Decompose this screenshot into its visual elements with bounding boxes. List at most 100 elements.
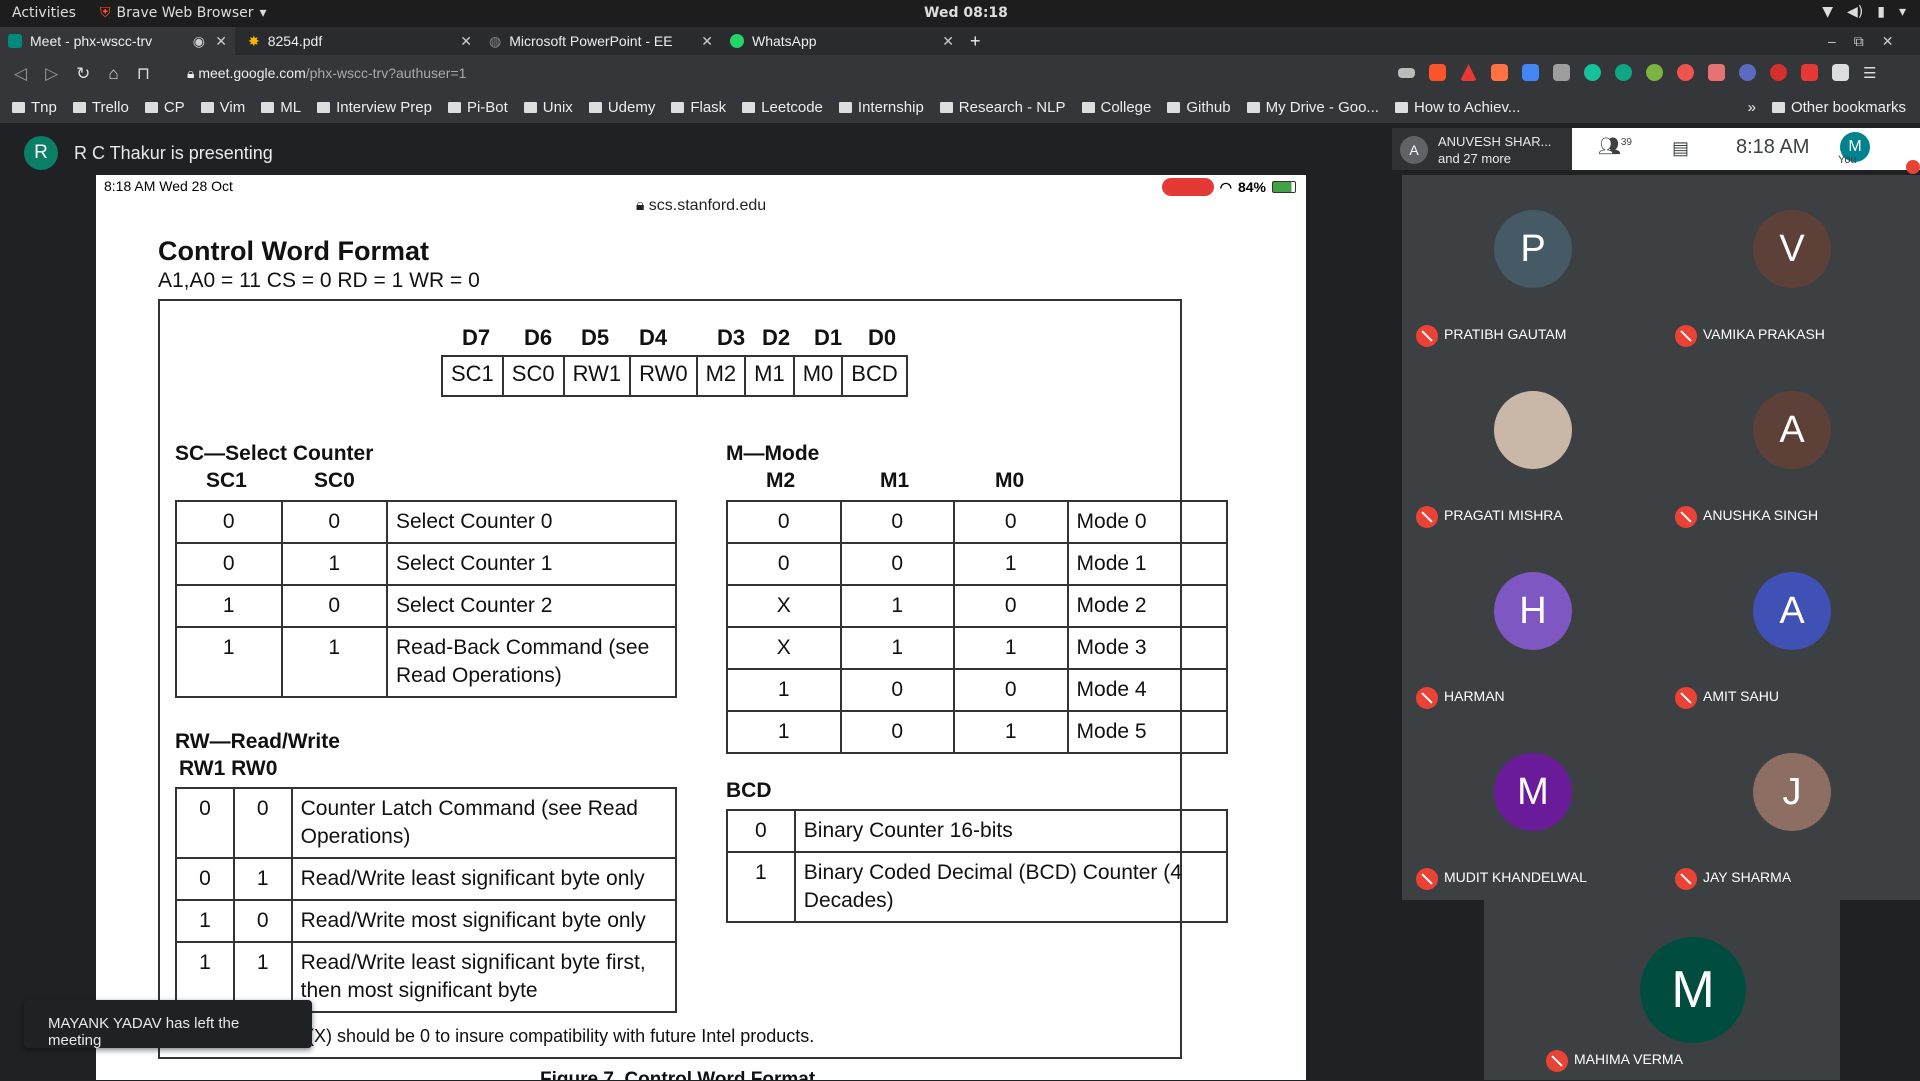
brave-rewards-icon[interactable] — [1460, 64, 1477, 81]
brave-shields-icon[interactable] — [1429, 64, 1446, 81]
table-row: 0 0 Counter Latch Command (see Read Operat… — [175, 787, 678, 859]
other-bookmarks[interactable]: Other bookmarks — [1771, 99, 1906, 116]
folder-icon — [317, 102, 331, 113]
close-icon[interactable]: ✕ — [460, 33, 472, 50]
people-button[interactable]: 👥︎39 — [1598, 136, 1632, 157]
app-menu[interactable]: ⛨ Brave Web Browser ▾ — [100, 5, 267, 21]
camera-icon[interactable] — [1398, 68, 1415, 78]
menu-icon[interactable]: ☰ — [1863, 64, 1880, 82]
bookmark-label: Unix — [542, 99, 573, 116]
presentation-area: 8:18 AM Wed 28 Oct ◠ 84% 🔒︎ scs.stanford.… — [96, 175, 1306, 1080]
meet-icon — [8, 34, 22, 48]
extension-icon[interactable] — [1553, 64, 1570, 81]
folder-icon — [72, 102, 86, 113]
url-bar[interactable]: 🔒︎ meet.google.com/phx-wscc-trv?authuser… — [175, 61, 1425, 87]
control-word-bits: SC1 SC0 RW1 RW0 M2 M1 M0 BCD — [441, 355, 908, 397]
tab-powerpoint[interactable]: ◍ Microsoft PowerPoint - EE ✕ — [481, 27, 721, 55]
close-icon[interactable]: ✕ — [701, 33, 713, 50]
participant-tile[interactable]: A ANUSHKA SINGH — [1661, 356, 1920, 537]
folder-icon — [838, 102, 852, 113]
participant-tile[interactable]: M MAHIMA VERMA — [1532, 900, 1791, 1081]
table-cell: 1 — [953, 626, 1069, 670]
bookmark-item[interactable]: Udemy — [588, 99, 655, 116]
grammarly-icon[interactable] — [1584, 64, 1601, 81]
home-icon[interactable]: ⌂ — [108, 64, 118, 84]
footnote: (X) should be 0 to insure compatibility … — [308, 1026, 815, 1046]
bookmark-item[interactable]: How to Achiev... — [1394, 99, 1520, 116]
system-tray[interactable]: ▼ ◀) ▮ ▾ — [1822, 4, 1906, 20]
avatar: A — [1753, 572, 1831, 650]
back-icon[interactable]: ◁ — [14, 64, 27, 84]
reload-icon[interactable]: ↻ — [76, 64, 90, 84]
bookmark-item[interactable]: ML — [261, 99, 301, 116]
tab-pdf[interactable]: ✸ 8254.pdf ✕ — [240, 27, 480, 55]
table-row: 0 1 Read/Write least significant byte only — [175, 857, 678, 901]
bookmark-item[interactable]: Internship — [838, 99, 924, 116]
bookmark-item[interactable]: Pi-Bot — [447, 99, 508, 116]
tab-whatsapp[interactable]: WhatsApp ✕ — [722, 27, 962, 55]
table-cell: Binary Counter 16-bits — [793, 809, 1229, 853]
puzzle-icon[interactable] — [1832, 64, 1849, 81]
bookmark-item[interactable]: Unix — [523, 99, 573, 116]
bookmark-item[interactable]: Interview Prep — [317, 99, 432, 116]
table-cell: 0 — [232, 787, 293, 859]
tab-meet[interactable]: Meet - phx-wscc-trv ◉ ✕ — [0, 27, 235, 55]
table-cell: 1 — [726, 710, 842, 754]
recording-indicator — [1161, 178, 1214, 196]
extension-icon[interactable] — [1801, 64, 1818, 81]
folder-icon — [200, 102, 214, 113]
participant-group-tile[interactable]: A ANUVESH SHAR... and 27 more — [1392, 128, 1572, 170]
participant-tile[interactable]: P PRATIBH GAUTAM — [1402, 175, 1661, 356]
bit-cell: M2 — [698, 357, 747, 395]
lock-icon: 🔒︎ — [187, 65, 199, 81]
bookmark-item[interactable]: College — [1081, 99, 1151, 116]
extension-icon[interactable] — [1708, 64, 1725, 81]
close-icon[interactable]: ✕ — [215, 33, 227, 50]
system-clock[interactable]: Wed 08:18 — [924, 5, 1008, 21]
participant-tile[interactable]: H HARMAN — [1402, 537, 1661, 718]
participant-tile[interactable]: M MUDIT KHANDELWAL — [1402, 718, 1661, 899]
bookmark-icon[interactable]: ⊓ — [137, 64, 150, 84]
participant-tile[interactable]: PRAGATI MISHRA — [1402, 356, 1661, 537]
bookmark-item[interactable]: Tnp — [12, 99, 57, 116]
bookmark-item[interactable]: Research - NLP — [939, 99, 1066, 116]
bookmark-item[interactable]: Flask — [671, 99, 726, 116]
participant-name: PRAGATI MISHRA — [1444, 507, 1563, 523]
bookmark-item[interactable]: Trello — [72, 99, 129, 116]
restore-icon[interactable]: ⧉ — [1854, 33, 1864, 50]
participant-tile[interactable]: A AMIT SAHU — [1661, 537, 1920, 718]
close-window-icon[interactable]: ✕ — [1882, 33, 1894, 50]
grammarly-icon[interactable] — [1615, 64, 1632, 81]
mic-off-icon — [1675, 687, 1697, 709]
extension-icon[interactable] — [1739, 64, 1756, 81]
bit-label: D2 — [761, 325, 791, 350]
domain-text: scs.stanford.edu — [648, 197, 767, 214]
bookmark-item[interactable]: Vim — [200, 99, 245, 116]
minimize-icon[interactable]: – — [1828, 33, 1836, 49]
translate-icon[interactable] — [1522, 64, 1539, 81]
extension-icon[interactable] — [1646, 64, 1663, 81]
page-domain: 🔒︎ scs.stanford.edu — [96, 197, 1306, 215]
close-icon[interactable]: ✕ — [942, 33, 954, 50]
audio-icon: ◉ — [192, 32, 205, 49]
people-icon: 👥︎ — [1598, 136, 1621, 156]
more-bookmarks-button[interactable]: » — [1748, 99, 1756, 116]
url-host: meet.google.com — [198, 65, 306, 81]
bookmark-item[interactable]: My Drive - Goo... — [1246, 99, 1379, 116]
bookmark-item[interactable]: Leetcode — [742, 99, 823, 116]
forward-icon[interactable]: ▷ — [45, 64, 58, 84]
extension-icon[interactable] — [1491, 64, 1508, 81]
extension-icon[interactable] — [1770, 64, 1787, 81]
table-cell: X — [726, 584, 842, 628]
participant-tile[interactable]: V VAMIKA PRAKASH — [1661, 175, 1920, 356]
table-cell: Mode 0 — [1066, 500, 1229, 544]
bookmark-label: CP — [163, 99, 185, 116]
new-tab-button[interactable]: + — [962, 27, 998, 55]
bookmark-item[interactable]: Github — [1167, 99, 1231, 116]
alarm-icon[interactable] — [1677, 64, 1694, 81]
bookmark-item[interactable]: CP — [144, 99, 185, 116]
participant-tile[interactable]: J JAY SHARMA — [1661, 718, 1920, 899]
window-controls: – ⧉ ✕ — [1820, 27, 1920, 55]
chat-icon[interactable]: ▤ — [1672, 138, 1689, 159]
activities-button[interactable]: Activities — [12, 5, 76, 21]
